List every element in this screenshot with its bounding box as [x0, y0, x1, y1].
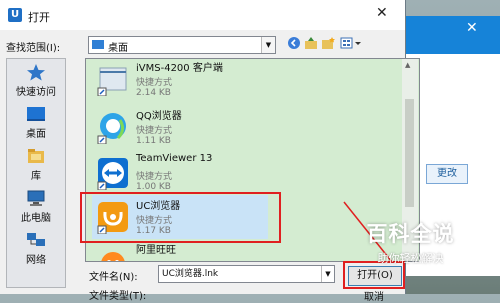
- file-type: 快捷方式: [136, 126, 173, 136]
- place-network[interactable]: 网络: [7, 229, 65, 269]
- watermark-title: 百科全说: [366, 222, 455, 246]
- chevron-down-icon[interactable]: ▼: [261, 37, 275, 53]
- scrollbar-thumb[interactable]: [405, 99, 414, 207]
- back-icon[interactable]: [286, 36, 302, 52]
- watermark: 百科全说 助你轻松解决: [353, 218, 468, 266]
- file-type-label: 文件类型(T):: [89, 291, 147, 302]
- place-quick-access[interactable]: 快速访问: [7, 61, 65, 101]
- dialog-title: 打开: [28, 11, 50, 24]
- network-icon: [27, 233, 45, 246]
- file-type: 快捷方式: [136, 172, 173, 182]
- open-dialog: U 打开 ✕ 查找范围(I): 桌面 ▼ 快速访问 桌面 库 此电脑 网络 iV…: [0, 0, 420, 303]
- places-bar: 快速访问 桌面 库 此电脑 网络: [6, 58, 66, 288]
- file-name: iVMS-4200 客户端: [136, 63, 223, 74]
- file-size: 1.00 KB: [136, 182, 171, 192]
- change-button[interactable]: 更改: [426, 164, 468, 184]
- list-item[interactable]: TeamViewer 13 快捷方式 1.00 KB: [92, 151, 392, 195]
- watermark-subtitle: 助你轻松解决: [377, 252, 444, 265]
- look-in-dropdown[interactable]: 桌面 ▼: [88, 36, 276, 54]
- ivms-icon: [97, 67, 127, 96]
- file-name-value: UC浏览器.lnk: [162, 269, 219, 279]
- file-size: 1.11 KB: [136, 136, 171, 146]
- place-label: 此电脑: [21, 213, 51, 224]
- up-folder-icon[interactable]: [303, 36, 319, 52]
- cancel-button[interactable]: 取消: [348, 288, 400, 303]
- list-item[interactable]: iVMS-4200 客户端 快捷方式 2.14 KB: [92, 59, 392, 101]
- library-icon: [28, 149, 44, 163]
- close-icon[interactable]: ✕: [376, 5, 388, 21]
- file-name: QQ浏览器: [136, 111, 182, 122]
- place-this-pc[interactable]: 此电脑: [7, 187, 65, 227]
- scroll-up-icon[interactable]: ▲: [405, 61, 410, 69]
- new-folder-icon[interactable]: [320, 36, 336, 52]
- place-label: 桌面: [26, 129, 46, 140]
- desktop-folder-icon: [92, 40, 104, 49]
- view-menu-icon[interactable]: [339, 36, 363, 52]
- star-icon: [27, 64, 45, 81]
- selection-highlight-frame: [80, 192, 281, 243]
- aliwangwang-icon: [101, 252, 125, 261]
- place-library[interactable]: 库: [7, 145, 65, 185]
- background-close-icon[interactable]: ✕: [466, 20, 478, 36]
- file-size: 2.14 KB: [136, 88, 171, 98]
- look-in-value: 桌面: [108, 43, 128, 54]
- list-item[interactable]: QQ浏览器 快捷方式 1.11 KB: [92, 105, 392, 149]
- dialog-titlebar: U 打开 ✕: [0, 0, 405, 30]
- place-label: 网络: [26, 255, 46, 266]
- place-label: 快速访问: [16, 87, 56, 98]
- desktop-icon: [27, 107, 45, 121]
- app-logo-icon: U: [8, 8, 22, 22]
- file-name-input[interactable]: UC浏览器.lnk ▼: [158, 265, 335, 283]
- computer-icon: [27, 190, 45, 206]
- teamviewer-icon: [97, 158, 128, 190]
- background-titlebar: ✕: [406, 16, 500, 54]
- place-desktop[interactable]: 桌面: [7, 103, 65, 143]
- look-in-label: 查找范围(I):: [6, 43, 61, 54]
- file-name-label: 文件名(N):: [89, 272, 138, 283]
- file-name: TeamViewer 13: [136, 153, 213, 164]
- chevron-down-icon[interactable]: ▼: [321, 266, 334, 282]
- qq-browser-icon: [97, 113, 126, 144]
- file-name: 阿里旺旺: [136, 245, 176, 256]
- place-label: 库: [31, 171, 41, 182]
- file-type: 快捷方式: [136, 78, 173, 88]
